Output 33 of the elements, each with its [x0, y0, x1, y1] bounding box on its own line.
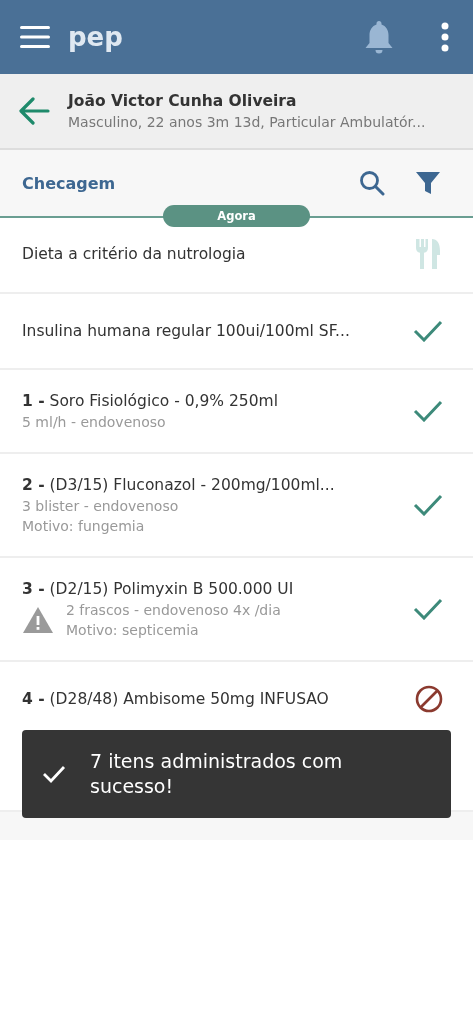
item-title: Insulina humana regular 100ui/100ml SF...: [22, 322, 350, 340]
check-icon: [413, 320, 443, 342]
item-title: 1 - Soro Fisiológico - 0,9% 250ml: [22, 392, 278, 410]
prescription-item[interactable]: 2 - (D3/15) Fluconazol - 200mg/100ml... 3 blister - endovenoso Motivo: fungemia: [0, 454, 473, 558]
patient-details: Masculino, 22 anos 3m 13d, Particular Ambulatór...: [68, 114, 426, 130]
item-detail: Motivo: fungemia: [22, 518, 146, 534]
patient-name: João Victor Cunha Oliveira: [68, 92, 298, 110]
item-detail: 3 blister - endovenoso: [22, 498, 180, 514]
section-title: Checagem: [22, 173, 116, 193]
filter-button[interactable]: [415, 170, 441, 196]
item-detail: 5 ml/h - endovenoso: [22, 414, 167, 430]
search-button[interactable]: [359, 170, 385, 196]
check-icon: [413, 494, 443, 516]
check-icon: [413, 598, 443, 620]
more-options-button[interactable]: [441, 22, 449, 52]
item-title: Dieta a critério da nutrologia: [22, 245, 246, 263]
cutlery-icon: [415, 238, 443, 270]
prescription-item[interactable]: Insulina humana regular 100ui/100ml SF...: [0, 294, 473, 370]
prescription-item[interactable]: 3 - (D2/15) Polimyxin B 500.000 UI 2 frascos - endovenoso 4x /dia Motivo: septicemia: [0, 558, 473, 662]
check-icon: [42, 765, 66, 783]
back-button[interactable]: [18, 97, 50, 125]
toast-message: 7 itens administrados com sucesso!: [90, 749, 344, 799]
item-title: 3 - (D2/15) Polimyxin B 500.000 UI: [22, 580, 294, 598]
item-title: 2 - (D3/15) Fluconazol - 200mg/100ml...: [22, 476, 335, 494]
blocked-icon: [415, 685, 443, 713]
app-title: pep: [68, 22, 123, 52]
menu-button[interactable]: [20, 26, 50, 48]
item-detail: 2 frascos - endovenoso 4x /dia: [66, 602, 282, 618]
time-marker: Agora: [163, 205, 310, 227]
prescription-item[interactable]: 1 - Soro Fisiológico - 0,9% 250ml 5 ml/h - endovenoso: [0, 370, 473, 454]
check-icon: [413, 400, 443, 422]
item-title: 4 - (D28/48) Ambisome 50mg INFUSAO: [22, 690, 329, 708]
item-detail: Motivo: septicemia: [66, 622, 200, 638]
